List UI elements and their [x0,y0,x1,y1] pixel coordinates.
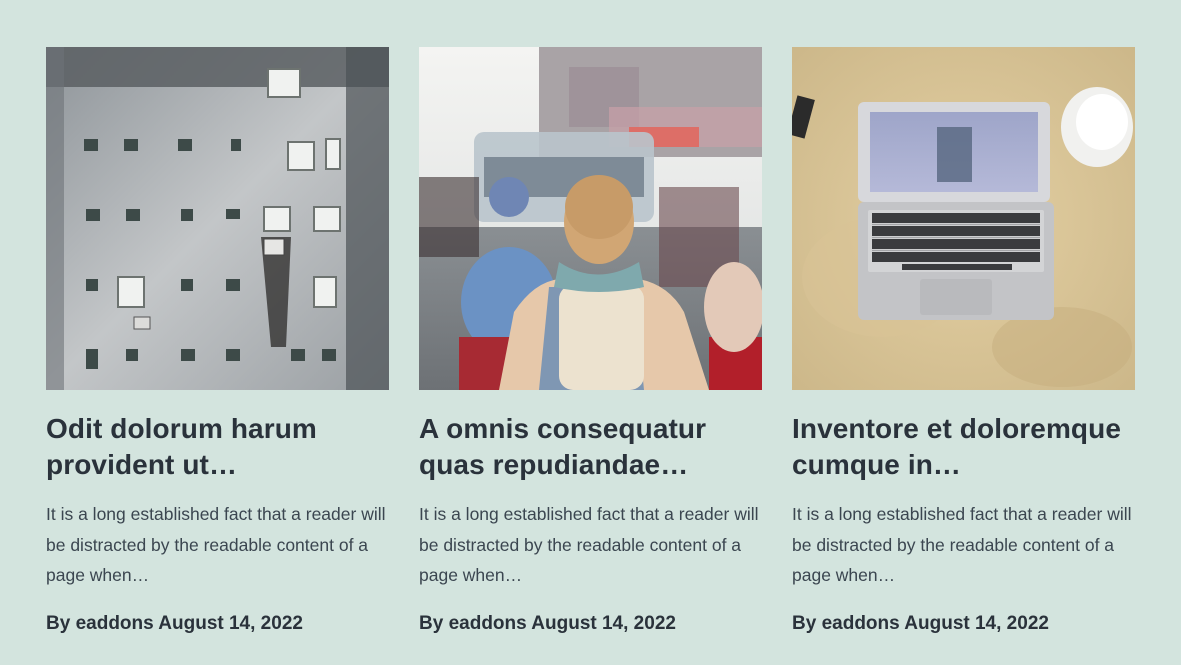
post-thumbnail-laptop[interactable] [792,47,1135,390]
post-date: August 14, 2022 [531,612,676,634]
post-card[interactable]: A omnis consequatur quas repudiandae… It… [419,47,762,636]
post-date: August 14, 2022 [158,612,303,634]
post-excerpt: It is a long established fact that a rea… [419,504,759,585]
post-thumbnail-street[interactable] [419,47,762,390]
post-thumbnail-building[interactable] [46,47,389,390]
building-facade-image [46,47,389,390]
post-author[interactable]: eaddons [449,613,527,634]
by-label: By [419,612,444,634]
post-title[interactable]: A omnis consequatur quas repudiandae… [419,411,762,483]
post-title[interactable]: Inventore et doloremque cumque in… [792,411,1135,483]
laptop-desk-image [792,47,1135,390]
by-label: By [792,612,817,634]
street-traveler-image [419,47,762,390]
post-meta: By eaddons August 14, 2022 [419,612,762,636]
by-label: By [46,612,71,634]
post-card[interactable]: Odit dolorum harum provident ut… It is a… [46,47,389,636]
post-date: August 14, 2022 [904,612,1049,634]
post-meta: By eaddons August 14, 2022 [46,612,389,636]
post-author[interactable]: eaddons [822,613,900,634]
post-card[interactable]: Inventore et doloremque cumque in… It is… [792,47,1135,636]
post-author[interactable]: eaddons [76,613,154,634]
post-excerpt: It is a long established fact that a rea… [792,504,1132,585]
posts-grid: Odit dolorum harum provident ut… It is a… [46,47,1135,636]
post-excerpt: It is a long established fact that a rea… [46,504,386,585]
post-meta: By eaddons August 14, 2022 [792,612,1135,636]
post-title[interactable]: Odit dolorum harum provident ut… [46,411,389,483]
